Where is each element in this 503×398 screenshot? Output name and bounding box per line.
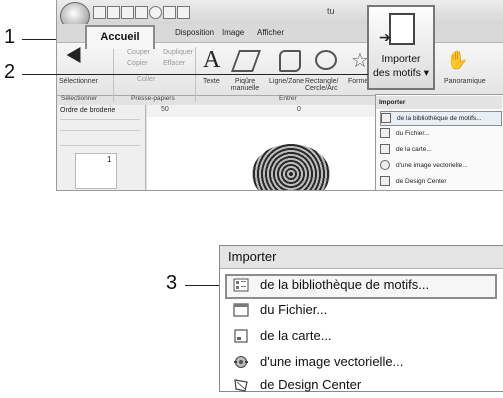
mini-item-design-center[interactable]: de Design Center bbox=[380, 175, 500, 188]
app-screenshot: tu ng Accueil Disposition Image Afficher… bbox=[56, 0, 503, 191]
panel-title: Ordre de broderie bbox=[60, 107, 116, 114]
mini-menu-title: Importer bbox=[376, 96, 502, 109]
card-icon bbox=[234, 329, 248, 343]
menu-item-label: de la carte... bbox=[260, 328, 332, 343]
open-icon[interactable] bbox=[107, 6, 120, 19]
embroidery-order-panel: Ordre de broderie 1 bbox=[57, 105, 146, 190]
import-dropdown: Importer de la bibliothèque de motifs...… bbox=[219, 245, 503, 392]
callout-3: 3 bbox=[166, 272, 178, 294]
mini-item-card[interactable]: de la carte... bbox=[380, 143, 500, 156]
card-icon bbox=[380, 144, 390, 155]
rect-circle-icon[interactable] bbox=[315, 50, 337, 70]
line-zone-icon[interactable] bbox=[279, 50, 301, 72]
callout-2-line bbox=[22, 74, 368, 75]
import-icon bbox=[389, 13, 415, 45]
options-icon[interactable] bbox=[149, 6, 162, 19]
hand-icon[interactable]: ✋ bbox=[446, 50, 468, 71]
menu-item-vector-image[interactable]: d'une image vectorielle... bbox=[220, 351, 503, 375]
tab-afficher[interactable]: Afficher bbox=[257, 28, 284, 37]
file-icon bbox=[380, 128, 390, 139]
panorama-button[interactable]: Panoramique bbox=[444, 78, 486, 85]
menu-item-label: de Design Center bbox=[260, 377, 362, 392]
mini-item-file[interactable]: du Fichier... bbox=[380, 127, 500, 140]
save-icon[interactable] bbox=[121, 6, 134, 19]
group-selection: Sélectionner bbox=[61, 95, 98, 102]
menu-item-pattern-library[interactable]: de la bibliothèque de motifs... bbox=[220, 274, 503, 299]
line-zone-button[interactable]: Ligne/Zone bbox=[269, 78, 304, 85]
import-arrow-icon: ➔ bbox=[379, 29, 391, 45]
import-label-line1: Importer bbox=[381, 53, 421, 65]
select-button[interactable]: Sélectionner bbox=[59, 78, 98, 85]
menu-item-label: d'une image vectorielle... bbox=[260, 354, 404, 369]
tab-image[interactable]: Image bbox=[222, 28, 244, 37]
cut-button[interactable]: Couper bbox=[127, 49, 150, 56]
undo-icon[interactable] bbox=[163, 6, 176, 19]
vector-image-icon bbox=[380, 160, 390, 171]
mini-item-library[interactable]: de la bibliothèque de motifs... bbox=[380, 111, 502, 126]
menu-item-card[interactable]: de la carte... bbox=[220, 325, 503, 349]
menu-item-label: de la bibliothèque de motifs... bbox=[260, 277, 430, 292]
vector-image-icon bbox=[234, 356, 248, 368]
callout-1: 1 bbox=[4, 26, 16, 48]
ruler-mark-50: 50 bbox=[161, 106, 169, 113]
rect-circle-button[interactable]: Rectangle/ Cercle/Arc bbox=[305, 78, 349, 92]
text-icon[interactable]: A bbox=[203, 47, 220, 74]
file-icon bbox=[233, 303, 249, 317]
tab-disposition[interactable]: Disposition bbox=[175, 28, 214, 37]
delete-button[interactable]: Effacer bbox=[163, 60, 185, 67]
tab-accueil[interactable]: Accueil bbox=[85, 25, 155, 49]
paste-button[interactable]: Coller bbox=[137, 76, 155, 83]
copy-button[interactable]: Copier bbox=[127, 60, 148, 67]
text-button[interactable]: Texte bbox=[203, 78, 220, 85]
duplicate-button[interactable]: Dupliquer bbox=[163, 49, 193, 56]
import-patterns-button[interactable]: ➔ Importer des motifs ▾ bbox=[367, 5, 435, 90]
menu-item-file[interactable]: du Fichier... bbox=[220, 299, 503, 323]
pattern-library-icon bbox=[381, 113, 391, 124]
window-title-a: tu bbox=[327, 6, 335, 16]
mini-item-vector[interactable]: d'une image vectorielle... bbox=[380, 159, 500, 172]
print-icon[interactable] bbox=[135, 6, 148, 19]
panel-toolbar bbox=[60, 119, 140, 131]
design-center-icon bbox=[234, 379, 248, 392]
shape-button[interactable]: Forme bbox=[348, 78, 368, 85]
panel-toolbar-2 bbox=[60, 135, 140, 146]
group-clipboard: Presse-papiers bbox=[131, 95, 175, 102]
callout-2: 2 bbox=[4, 61, 16, 83]
import-menu-title: Importer bbox=[228, 249, 277, 264]
new-icon[interactable] bbox=[93, 6, 106, 19]
ruler-mark-0: 0 bbox=[297, 106, 301, 113]
import-dropdown-small: Importer de la bibliothèque de motifs...… bbox=[375, 94, 503, 190]
design-center-icon bbox=[380, 176, 390, 187]
menu-item-label: du Fichier... bbox=[260, 302, 328, 317]
menu-item-design-center[interactable]: de Design Center bbox=[220, 374, 503, 398]
embroidery-item-number: 1 bbox=[107, 155, 112, 164]
group-input: Entrer bbox=[279, 95, 297, 102]
import-label-line2: des motifs ▾ bbox=[372, 67, 430, 79]
redo-icon[interactable] bbox=[177, 6, 190, 19]
import-menu-header: Importer bbox=[220, 246, 503, 269]
pattern-library-icon bbox=[233, 278, 249, 292]
stitch-manual-button[interactable]: Piqûre manuelle bbox=[220, 78, 270, 92]
